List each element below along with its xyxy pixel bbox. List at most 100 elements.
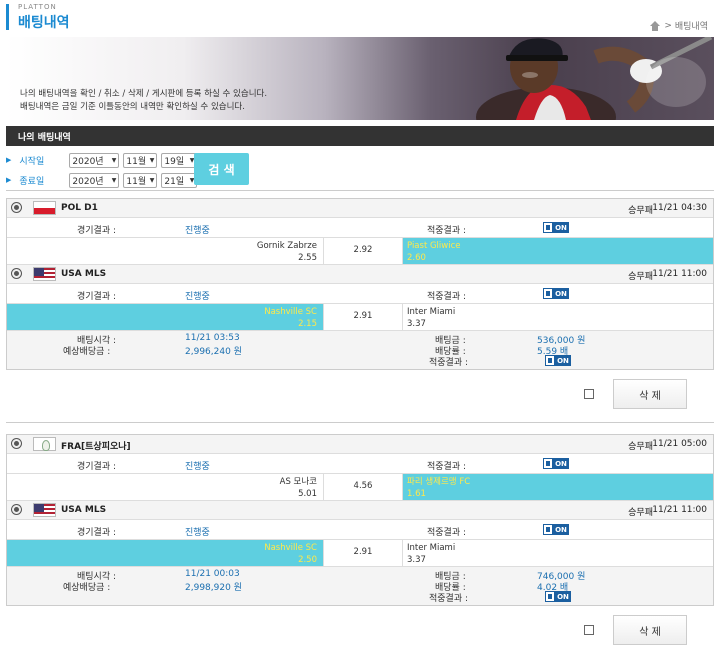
home-icon[interactable] — [649, 20, 661, 31]
odds-row: Gornik Zabrze 2.55 2.92 Piast Gliwice 2.60 — [7, 238, 713, 265]
away-team: 파리 생제르맹 FC — [407, 477, 471, 487]
hit-toggle[interactable]: ON — [543, 458, 569, 469]
document-icon — [545, 591, 555, 602]
home-odds: 5.01 — [298, 489, 317, 499]
expected-payout-value: 2,996,240 원 — [185, 347, 242, 357]
hit-label: 적중결과 : — [429, 594, 469, 604]
draw-odds[interactable]: 4.56 — [323, 474, 403, 500]
bet-summary: 배팅시각 : 11/21 00:03 예상배당금 : 2,998,920 원 배… — [7, 567, 713, 605]
end-year-select[interactable]: 2020년 ▼ — [69, 172, 120, 188]
start-date-row: ▶ 시작일 2020년 ▼ 11월 ▼ 19일 ▼ — [6, 150, 201, 170]
draw-odds[interactable]: 2.91 — [323, 540, 403, 566]
match-time: 11/21 11:00 — [652, 269, 707, 279]
away-odds: 3.37 — [407, 319, 426, 329]
end-day-select[interactable]: 21일 ▼ — [161, 172, 198, 188]
soccer-ball-icon — [12, 203, 21, 212]
hit-toggle[interactable]: ON — [545, 355, 571, 366]
hit-toggle[interactable]: ON — [543, 524, 569, 535]
bullet-arrow-icon: ▶ — [6, 176, 12, 184]
page-title: 배팅내역 — [18, 15, 70, 31]
result-row: 경기결과 : 진행중 적중결과 : ON — [7, 520, 713, 540]
away-team: Inter Miami — [407, 307, 456, 317]
end-month-select[interactable]: 11월 ▼ — [123, 172, 158, 188]
brand-logo: PLATTON — [18, 3, 57, 11]
match-type: 승무패 — [628, 272, 653, 282]
league-row: POL D1 승무패 11/21 04:30 — [7, 199, 713, 218]
away-team-cell[interactable]: Inter Miami 3.37 — [403, 304, 713, 330]
home-odds: 2.55 — [298, 253, 317, 263]
start-day-select[interactable]: 19일 ▼ — [161, 152, 198, 168]
soccer-ball-icon — [12, 505, 21, 514]
expected-payout-value: 2,998,920 원 — [185, 583, 242, 593]
hit-label: 적중결과 : — [427, 462, 467, 472]
away-odds: 1.61 — [407, 489, 426, 499]
document-icon — [543, 222, 553, 233]
chevron-down-icon: ▼ — [149, 176, 155, 184]
home-odds: 2.15 — [298, 319, 317, 329]
league-name: USA MLS — [61, 269, 107, 279]
start-date-label: 시작일 — [19, 156, 45, 167]
baseball-player-image — [476, 37, 713, 120]
home-team-cell[interactable]: Nashville SC 2.15 — [7, 304, 323, 330]
expected-payout-label: 예상배당금 : — [63, 583, 111, 593]
match-time: 11/21 11:00 — [652, 505, 707, 515]
delete-button[interactable]: 삭 제 — [613, 379, 687, 409]
start-month-select[interactable]: 11월 ▼ — [123, 152, 158, 168]
result-value: 진행중 — [185, 528, 210, 538]
match-type: 승무패 — [628, 442, 653, 452]
draw-odds[interactable]: 2.92 — [323, 238, 403, 264]
bet-time-value: 11/21 00:03 — [185, 569, 240, 579]
select-checkbox[interactable] — [584, 389, 594, 399]
document-icon — [543, 458, 553, 469]
page-header: PLATTON 배팅내역 > 배팅내역 — [0, 0, 720, 36]
document-icon — [543, 288, 553, 299]
usa-flag-icon — [33, 503, 56, 517]
result-value: 진행중 — [185, 292, 210, 302]
home-team-cell[interactable]: Gornik Zabrze 2.55 — [7, 238, 323, 264]
select-checkbox[interactable] — [584, 625, 594, 635]
start-year-select[interactable]: 2020년 ▼ — [69, 152, 120, 168]
title-accent — [6, 4, 9, 30]
odds-row: Nashville SC 2.15 2.91 Inter Miami 3.37 — [7, 304, 713, 331]
match-time: 11/21 05:00 — [652, 439, 707, 449]
search-button[interactable]: 검 색 — [194, 153, 249, 185]
league-emblem-icon — [33, 437, 56, 451]
hit-toggle[interactable]: ON — [545, 591, 571, 602]
home-team: AS 모나코 — [279, 477, 317, 487]
bullet-arrow-icon: ▶ — [6, 156, 12, 164]
hit-toggle[interactable]: ON — [543, 222, 569, 233]
delete-button[interactable]: 삭 제 — [613, 615, 687, 645]
expected-payout-label: 예상배당금 : — [63, 347, 111, 357]
away-team-cell[interactable]: 파리 생제르맹 FC 1.61 — [403, 474, 713, 500]
league-name: FRA[트상피오나] — [61, 442, 131, 452]
away-team-cell[interactable]: Piast Gliwice 2.60 — [403, 238, 713, 264]
end-date-row: ▶ 종료일 2020년 ▼ 11월 ▼ 21일 ▼ — [6, 170, 201, 190]
home-team-cell[interactable]: Nashville SC 2.50 — [7, 540, 323, 566]
chevron-down-icon: ▼ — [111, 156, 117, 164]
breadcrumb-current: 배팅내역 — [674, 22, 708, 32]
away-team: Piast Gliwice — [407, 241, 461, 251]
breadcrumb: > 배팅내역 — [649, 19, 708, 32]
hit-toggle[interactable]: ON — [543, 288, 569, 299]
banner: 나의 배팅내역을 확인 / 취소 / 삭제 / 게시판에 등록 하실 수 있습니… — [6, 37, 714, 120]
banner-text-line2: 배팅내역은 금일 기준 이틀동안의 내역만 확인하실 수 있습니다. — [20, 102, 245, 112]
section-title: 나의 배팅내역 — [6, 126, 714, 146]
away-team-cell[interactable]: Inter Miami 3.37 — [403, 540, 713, 566]
poland-flag-icon — [33, 201, 56, 215]
away-odds: 2.60 — [407, 253, 426, 263]
hit-label: 적중결과 : — [427, 292, 467, 302]
league-name: USA MLS — [61, 505, 107, 515]
result-label: 경기결과 : — [77, 462, 117, 472]
divider — [6, 190, 714, 191]
league-row: USA MLS 승무패 11/21 11:00 — [7, 501, 713, 520]
banner-text-line1: 나의 배팅내역을 확인 / 취소 / 삭제 / 게시판에 등록 하실 수 있습니… — [20, 89, 268, 99]
home-team-cell[interactable]: AS 모나코 5.01 — [7, 474, 323, 500]
bet-slip-2: FRA[트상피오나] 승무패 11/21 05:00 경기결과 : 진행중 적중… — [6, 434, 714, 606]
away-odds: 3.37 — [407, 555, 426, 565]
result-label: 경기결과 : — [77, 528, 117, 538]
chevron-down-icon: ▼ — [149, 156, 155, 164]
home-team: Gornik Zabrze — [256, 241, 317, 251]
draw-odds[interactable]: 2.91 — [323, 304, 403, 330]
document-icon — [543, 524, 553, 535]
bet-summary: 배팅시각 : 11/21 03:53 예상배당금 : 2,996,240 원 배… — [7, 331, 713, 369]
